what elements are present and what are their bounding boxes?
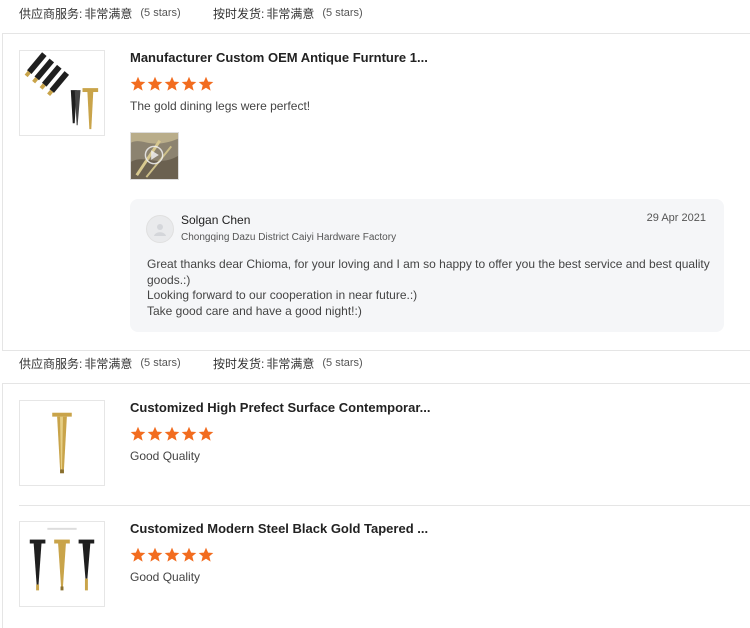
furniture-legs-image <box>20 51 104 135</box>
rating-summary-bar: 供应商服务: 非常满意 (5 stars) 按时发货: 非常满意 (5 star… <box>0 0 750 26</box>
divider <box>19 505 750 506</box>
star-icon <box>130 426 146 441</box>
product-title[interactable]: Manufacturer Custom OEM Antique Furnture… <box>130 50 428 65</box>
star-rating <box>130 426 214 442</box>
ontime-delivery-rating: 按时发货: 非常满意 (5 stars) <box>213 5 363 22</box>
supplier-service-rating: 供应商服务: 非常满意 (5 stars) <box>19 5 181 22</box>
product-thumbnail[interactable] <box>19 400 105 486</box>
product-title[interactable]: Customized Modern Steel Black Gold Taper… <box>130 521 428 536</box>
supplier-service-label: 供应商服务: <box>19 356 83 371</box>
ontime-delivery-stars: (5 stars) <box>322 7 363 19</box>
review-item: Customized High Prefect Surface Contempo… <box>19 400 750 490</box>
supplier-service-stars: (5 stars) <box>140 357 181 369</box>
star-icon <box>147 76 163 91</box>
review-comment: Good Quality <box>130 570 201 584</box>
review-comment: The gold dining legs were perfect! <box>130 99 311 113</box>
reply-line: Looking forward to our cooperation in ne… <box>147 288 418 302</box>
star-icon <box>130 547 146 562</box>
star-rating <box>130 76 214 92</box>
star-icon <box>164 426 180 441</box>
star-icon <box>181 426 197 441</box>
review-comment: Good Quality <box>130 449 201 463</box>
user-avatar-icon <box>146 215 174 243</box>
supplier-service-value: 非常满意 <box>84 356 133 371</box>
star-icon <box>147 426 163 441</box>
ontime-delivery-value: 非常满意 <box>266 356 315 371</box>
rating-summary-bar: 供应商服务: 非常满意 (5 stars) 按时发货: 非常满意 (5 star… <box>0 350 750 376</box>
review-video-thumbnail[interactable] <box>130 132 179 180</box>
star-icon <box>164 76 180 91</box>
review-media-image <box>131 133 178 179</box>
reply-line: Take good care and have a good night!:) <box>147 303 362 318</box>
reply-line: Great thanks dear Chioma, for your lovin… <box>147 257 710 271</box>
supplier-service-value: 非常满意 <box>84 6 133 21</box>
reply-line: goods.:) <box>147 272 191 287</box>
star-icon <box>198 76 214 91</box>
ontime-delivery-value: 非常满意 <box>266 6 315 21</box>
reply-author-name: Solgan Chen <box>181 213 251 227</box>
star-icon <box>198 426 214 441</box>
ontime-delivery-stars: (5 stars) <box>322 357 363 369</box>
star-rating <box>130 547 214 563</box>
product-thumbnail[interactable] <box>19 521 105 607</box>
reply-date: 29 Apr 2021 <box>646 212 706 224</box>
ontime-delivery-label: 按时发货: <box>213 6 265 21</box>
product-thumbnail[interactable] <box>19 50 105 136</box>
star-icon <box>164 547 180 562</box>
reply-company-name: Chongqing Dazu District Caiyi Hardware F… <box>181 232 397 243</box>
review-item: Customized Modern Steel Black Gold Taper… <box>19 521 750 611</box>
star-icon <box>198 547 214 562</box>
star-icon <box>147 547 163 562</box>
star-icon <box>130 76 146 91</box>
ontime-delivery-rating: 按时发货: 非常满意 (5 stars) <box>213 355 363 372</box>
reply-message: Great thanks dear Chioma, for your lovin… <box>147 257 710 319</box>
supplier-service-rating: 供应商服务: 非常满意 (5 stars) <box>19 355 181 372</box>
supplier-service-stars: (5 stars) <box>140 7 181 19</box>
star-icon <box>181 76 197 91</box>
supplier-service-label: 供应商服务: <box>19 6 83 21</box>
product-title[interactable]: Customized High Prefect Surface Contempo… <box>130 400 431 415</box>
gold-tapered-leg-image <box>20 401 104 485</box>
seller-reply: Solgan Chen Chongqing Dazu District Caiy… <box>130 199 724 332</box>
ontime-delivery-label: 按时发货: <box>213 356 265 371</box>
steel-black-gold-legs-image <box>20 522 104 606</box>
star-icon <box>181 547 197 562</box>
